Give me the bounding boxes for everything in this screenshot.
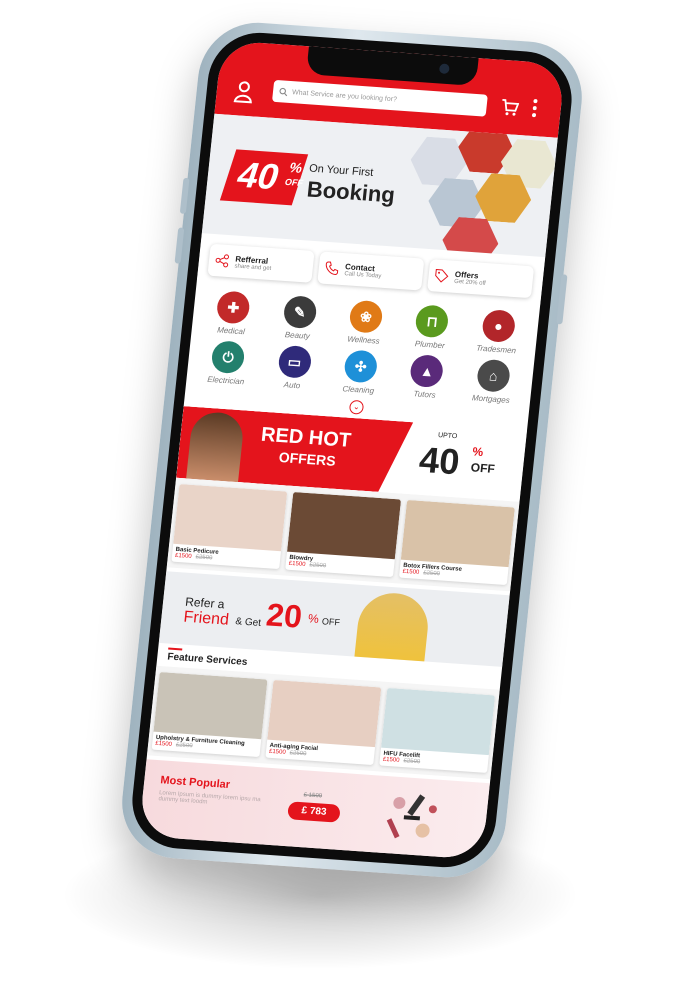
service-photo <box>287 491 402 560</box>
category-auto[interactable]: ▭ Auto <box>258 344 329 392</box>
card-price: £1500 <box>382 756 400 764</box>
category-label: Auto <box>283 380 301 391</box>
category-beauty[interactable]: ✎ Beauty <box>264 294 335 342</box>
side-button <box>556 274 568 325</box>
offer-card[interactable]: Blowdry £1500 £2500 <box>285 491 402 578</box>
card-old-price: £2500 <box>309 562 327 570</box>
referral-tile[interactable]: Refferral share and get <box>207 243 315 283</box>
card-old-price: £2500 <box>195 554 213 562</box>
card-price: £1500 <box>154 740 173 748</box>
card-price: £1500 <box>174 552 192 560</box>
category-label: Plumber <box>414 339 446 351</box>
offer-card[interactable]: Botox Fillers Course £1500 £2500 <box>398 499 515 586</box>
discount-value: 40 <box>232 153 286 197</box>
phone-frame: What Service are you looking for? 40 % O… <box>116 18 588 882</box>
service-photo <box>153 671 268 740</box>
feature-card[interactable]: Anti-aging Facial £1500 £2500 <box>265 679 382 766</box>
model-photo <box>354 590 432 666</box>
discount-badge: 40 % OFF <box>219 149 309 206</box>
feature-card[interactable]: HIFU Facelift £1500 £2500 <box>379 687 496 774</box>
refer-friend: Friend <box>182 608 230 629</box>
redhot-value: 40 <box>417 438 462 483</box>
cart-icon[interactable] <box>500 98 520 117</box>
discount-off: OFF <box>283 176 305 188</box>
card-price: £1500 <box>288 560 306 568</box>
tile-subtitle: Call Us Today <box>344 270 382 280</box>
card-old-price: £2500 <box>175 742 193 750</box>
category-label: Medical <box>216 325 246 337</box>
category-cleaning[interactable]: ✣ Cleaning <box>325 348 396 396</box>
card-old-price: £2500 <box>422 570 441 578</box>
refer-get: & Get <box>234 616 262 629</box>
volume-down-button <box>174 227 185 264</box>
refer-value: 20 <box>264 596 304 635</box>
redhot-percent: % <box>471 444 484 460</box>
tag-icon <box>435 269 449 283</box>
contact-tile[interactable]: Contact Call Us Today <box>317 251 425 291</box>
user-icon[interactable] <box>232 79 256 104</box>
graduation-cap-icon: ▲ <box>409 354 445 389</box>
service-photo <box>173 484 288 552</box>
camera-icon <box>438 63 450 75</box>
refer-percent: % <box>307 611 320 626</box>
home-icon: ⌂ <box>475 358 511 393</box>
discount-percent: % <box>287 159 305 176</box>
worker-icon: ● <box>480 308 517 344</box>
tile-subtitle: Get 20% off <box>453 278 487 287</box>
search-placeholder: What Service are you looking for? <box>291 88 398 103</box>
offer-card[interactable]: Basic Pedicure £1500 £2500 <box>171 484 288 570</box>
volume-up-button <box>179 177 190 214</box>
card-price: £1500 <box>402 568 420 576</box>
share-icon <box>215 254 230 268</box>
service-photo <box>400 499 515 568</box>
medical-bag-icon: ✚ <box>215 290 252 325</box>
category-label: Electrician <box>206 374 245 387</box>
card-old-price: £2500 <box>289 750 307 758</box>
category-label: Beauty <box>284 330 311 341</box>
category-grid: ✚ Medical ✎ Beauty ❀ Wellness ⊓ Plumber ● Tra… <box>186 281 540 410</box>
redhot-upto: UPTO <box>437 431 458 441</box>
service-photo <box>267 679 382 748</box>
promo-line2: Booking <box>305 176 397 208</box>
redhot-off: OFF <box>470 460 496 476</box>
category-label: Wellness <box>346 334 381 346</box>
category-tradesmen[interactable]: ● Tradesmen <box>462 308 533 356</box>
category-label: Tradesmen <box>475 343 517 356</box>
category-plumber[interactable]: ⊓ Plumber <box>396 303 467 351</box>
spray-icon: ✣ <box>343 349 379 384</box>
category-label: Mortgages <box>471 393 511 405</box>
category-label: Tutors <box>413 389 437 400</box>
offers-tile[interactable]: Offers Get 20% off <box>427 259 535 299</box>
category-wellness[interactable]: ❀ Wellness <box>330 299 401 347</box>
category-label: Cleaning <box>342 384 375 396</box>
cosmetics-image <box>386 794 437 839</box>
pipe-icon: ⊓ <box>414 304 450 339</box>
popular-title: Most Popular <box>159 774 231 792</box>
lotus-icon: ❀ <box>348 299 384 334</box>
refer-off: OFF <box>321 616 341 628</box>
brush-icon: ✎ <box>282 295 318 330</box>
popular-price-button[interactable]: £ 783 <box>287 801 341 823</box>
service-photo <box>381 687 496 756</box>
plug-icon: ⏻ <box>210 340 246 375</box>
category-medical[interactable]: ✚ Medical <box>197 289 268 337</box>
card-price: £1500 <box>268 748 286 756</box>
category-mortgages[interactable]: ⌂ Mortgages <box>457 357 528 405</box>
category-electrician[interactable]: ⏻ Electrician <box>192 339 263 387</box>
app-screen: What Service are you looking for? 40 % O… <box>138 40 566 860</box>
phone-icon <box>325 261 339 276</box>
popular-description: Lorem Ipsum is dummy lorem ipsu ma dummy… <box>158 790 261 806</box>
search-input[interactable]: What Service are you looking for? <box>271 79 488 117</box>
search-icon <box>279 87 288 96</box>
category-tutors[interactable]: ▲ Tutors <box>391 353 462 401</box>
first-booking-banner[interactable]: 40 % OFF On Your First Booking <box>201 113 558 258</box>
feature-card[interactable]: Upholstry & Furniture Cleaning £1500 £2500 <box>151 671 268 758</box>
car-icon: ▭ <box>276 344 313 379</box>
more-menu-icon[interactable] <box>531 98 538 118</box>
phone-bezel: What Service are you looking for? 40 % O… <box>127 29 577 871</box>
chevron-down-icon[interactable]: ⌄ <box>348 399 365 415</box>
card-old-price: £2500 <box>403 758 421 766</box>
popular-old-price: £ 1500 <box>303 792 323 800</box>
